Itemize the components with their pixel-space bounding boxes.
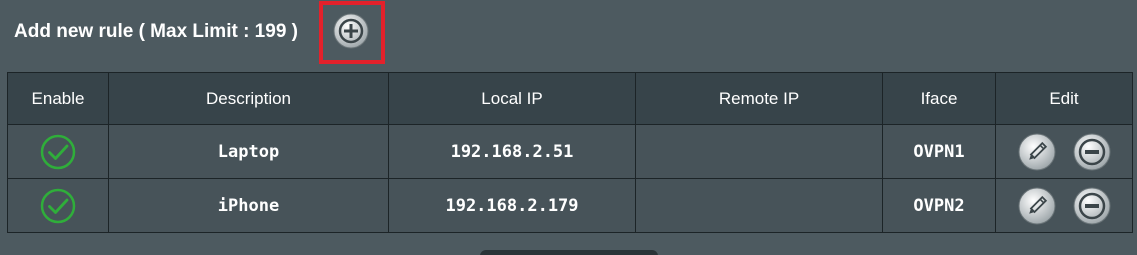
description-cell: iPhone	[108, 178, 389, 233]
column-header-iface: Iface	[882, 72, 996, 125]
column-header-remote-ip: Remote IP	[635, 72, 883, 125]
check-circle-icon[interactable]	[39, 187, 77, 225]
edit-actions	[996, 133, 1132, 171]
bottom-button-edge[interactable]	[480, 250, 658, 255]
plus-circle-icon	[333, 13, 369, 49]
table-header-row: Enable Description Local IP Remote IP If…	[7, 72, 1133, 125]
column-header-local-ip: Local IP	[388, 72, 636, 125]
table-row: Laptop 192.168.2.51 OVPN1	[7, 124, 1133, 179]
minus-circle-icon	[1073, 133, 1110, 170]
table-row: iPhone 192.168.2.179 OVPN2	[7, 178, 1133, 233]
edit-cell	[995, 124, 1133, 179]
header-row: Add new rule ( Max Limit : 199 )	[14, 10, 298, 54]
remote-ip-cell	[635, 178, 883, 233]
edit-cell	[995, 178, 1133, 233]
edit-rule-button[interactable]	[1018, 133, 1056, 171]
iface-cell: OVPN2	[882, 178, 996, 233]
pencil-icon	[1018, 187, 1055, 224]
delete-rule-button[interactable]	[1073, 187, 1111, 225]
add-rule-title: Add new rule ( Max Limit : 199 )	[14, 21, 298, 42]
edit-actions	[996, 187, 1132, 225]
iface-cell: OVPN1	[882, 124, 996, 179]
enable-cell[interactable]	[7, 178, 109, 233]
remote-ip-cell	[635, 124, 883, 179]
rules-table: Enable Description Local IP Remote IP If…	[7, 72, 1133, 233]
minus-circle-icon	[1073, 187, 1110, 224]
column-header-enable: Enable	[7, 72, 109, 125]
column-header-edit: Edit	[995, 72, 1133, 125]
description-cell: Laptop	[108, 124, 389, 179]
vpn-rule-list-page: Add new rule ( Max Limit : 199 ) Enable …	[0, 0, 1137, 255]
enable-cell[interactable]	[7, 124, 109, 179]
local-ip-cell: 192.168.2.51	[388, 124, 636, 179]
delete-rule-button[interactable]	[1073, 133, 1111, 171]
pencil-icon	[1018, 133, 1055, 170]
check-circle-icon[interactable]	[39, 133, 77, 171]
add-rule-button[interactable]	[333, 13, 369, 49]
edit-rule-button[interactable]	[1018, 187, 1056, 225]
local-ip-cell: 192.168.2.179	[388, 178, 636, 233]
column-header-description: Description	[108, 72, 389, 125]
